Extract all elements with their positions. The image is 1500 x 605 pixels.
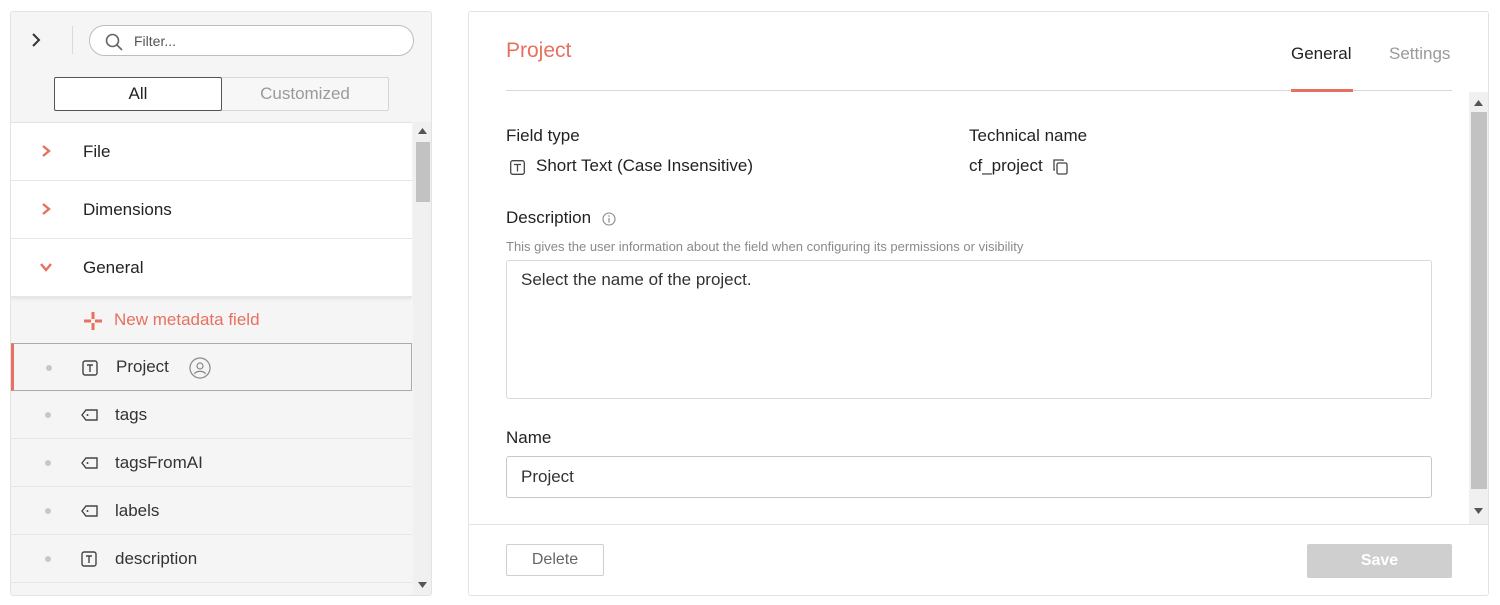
toolbar-divider: [72, 26, 73, 54]
scroll-up-icon[interactable]: [418, 128, 427, 134]
tab-general[interactable]: General: [1291, 44, 1351, 64]
chevron-right-icon: [42, 145, 51, 157]
filter-input[interactable]: [134, 31, 404, 51]
description-textarea[interactable]: Select the name of the project.: [506, 260, 1432, 399]
filter-field[interactable]: [89, 25, 414, 56]
technical-name-value: cf_project: [969, 156, 1043, 175]
save-button[interactable]: Save: [1307, 544, 1452, 578]
new-field-label: New metadata field: [114, 310, 260, 329]
tag-icon: [81, 505, 98, 517]
group-label: General: [83, 257, 144, 277]
scroll-down-icon[interactable]: [418, 582, 427, 588]
name-label: Name: [506, 428, 552, 447]
drag-handle[interactable]: [46, 365, 52, 371]
search-icon: [105, 33, 123, 51]
group-label: Dimensions: [83, 199, 172, 219]
group-general[interactable]: General: [11, 239, 412, 297]
field-item-tagsfromai[interactable]: tagsFromAI: [11, 439, 412, 487]
scroll-down-icon[interactable]: [1474, 508, 1483, 514]
text-field-icon: [81, 551, 97, 567]
plus-icon: [84, 312, 102, 330]
new-metadata-field-button[interactable]: New metadata field: [11, 297, 412, 343]
detail-content: Field type Short Text (Case Insensitive)…: [469, 92, 1469, 524]
panel-title: Project: [506, 39, 572, 62]
scrollbar-thumb[interactable]: [1471, 112, 1487, 489]
metadata-sidebar: All Customized File Dimensions General: [10, 11, 432, 596]
group-label: File: [83, 141, 111, 161]
field-detail-panel: Project General Settings Field type Shor…: [468, 11, 1489, 596]
drag-handle[interactable]: [45, 508, 51, 514]
text-field-icon: [510, 160, 525, 175]
metadata-tree: File Dimensions General New metadata fie…: [11, 122, 412, 595]
field-type-label: Field type: [506, 126, 580, 145]
detail-footer: Delete Save: [469, 524, 1488, 595]
person-icon: [189, 357, 211, 379]
field-item-project[interactable]: Project: [11, 343, 412, 391]
field-label: tagsFromAI: [115, 452, 203, 472]
sidebar-toolbar: [11, 12, 431, 68]
technical-name-label: Technical name: [969, 126, 1088, 145]
field-label: tags: [115, 404, 148, 424]
scroll-up-icon[interactable]: [1474, 100, 1483, 106]
field-label: labels: [115, 500, 160, 520]
delete-button[interactable]: Delete: [506, 544, 604, 576]
field-label: description: [115, 548, 198, 568]
description-label: Description: [506, 208, 592, 227]
description-hint: This gives the user information about th…: [506, 239, 1024, 254]
field-label: Project: [116, 357, 169, 376]
group-dimensions[interactable]: Dimensions: [11, 181, 412, 239]
drag-handle[interactable]: [45, 412, 51, 418]
drag-handle[interactable]: [45, 460, 51, 466]
field-item-tags[interactable]: tags: [11, 391, 412, 439]
text-field-icon: [82, 360, 98, 376]
copy-icon[interactable]: [1052, 158, 1069, 176]
expand-sidebar-button[interactable]: [23, 26, 49, 54]
field-item-labels[interactable]: labels: [11, 487, 412, 535]
field-type-value: Short Text (Case Insensitive): [536, 156, 753, 175]
scrollbar-thumb[interactable]: [416, 142, 430, 202]
drag-handle[interactable]: [45, 556, 51, 562]
toggle-customized-button[interactable]: Customized: [222, 78, 388, 110]
tag-icon: [81, 409, 98, 421]
toggle-all-button[interactable]: All: [54, 77, 222, 111]
name-input[interactable]: [506, 456, 1432, 498]
sidebar-scrollbar[interactable]: [413, 122, 431, 595]
chevron-down-icon: [40, 263, 52, 272]
info-icon[interactable]: [602, 212, 616, 226]
chevron-right-icon: [32, 33, 41, 47]
tab-settings[interactable]: Settings: [1389, 44, 1450, 64]
chevron-right-icon: [42, 203, 51, 215]
field-item-description[interactable]: description: [11, 535, 412, 583]
detail-scrollbar[interactable]: [1469, 92, 1488, 524]
view-toggle: All Customized: [54, 77, 389, 111]
group-file[interactable]: File: [11, 123, 412, 181]
tag-icon: [81, 457, 98, 469]
